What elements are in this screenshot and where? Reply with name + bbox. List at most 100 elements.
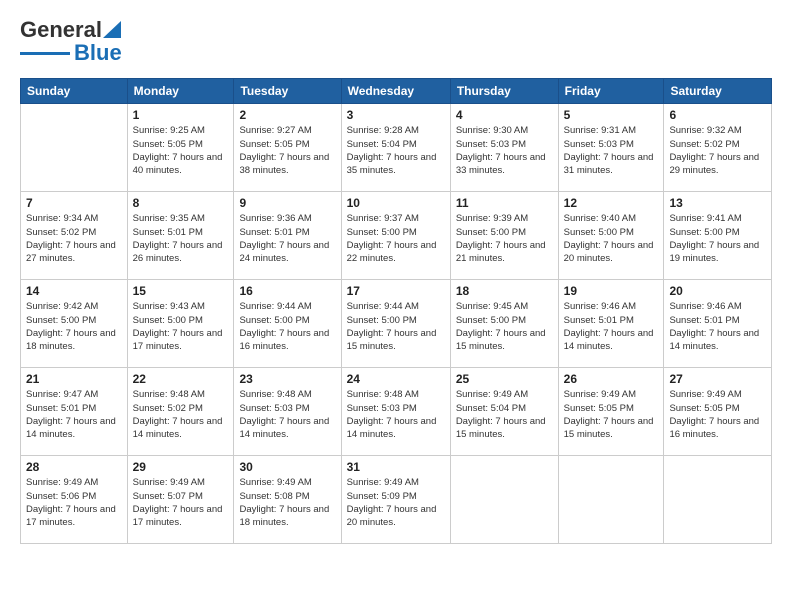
day-number: 3 bbox=[347, 108, 445, 122]
calendar-cell: 11 Sunrise: 9:39 AM Sunset: 5:00 PM Dayli… bbox=[450, 192, 558, 280]
day-detail: Sunrise: 9:46 AM Sunset: 5:01 PM Dayligh… bbox=[669, 300, 766, 353]
week-row-2: 14 Sunrise: 9:42 AM Sunset: 5:00 PM Dayli… bbox=[21, 280, 772, 368]
day-number: 2 bbox=[239, 108, 335, 122]
header: General Blue bbox=[20, 18, 772, 66]
day-detail: Sunrise: 9:42 AM Sunset: 5:00 PM Dayligh… bbox=[26, 300, 122, 353]
calendar-cell: 26 Sunrise: 9:49 AM Sunset: 5:05 PM Dayli… bbox=[558, 368, 664, 456]
day-number: 24 bbox=[347, 372, 445, 386]
calendar-cell: 12 Sunrise: 9:40 AM Sunset: 5:00 PM Dayli… bbox=[558, 192, 664, 280]
day-detail: Sunrise: 9:41 AM Sunset: 5:00 PM Dayligh… bbox=[669, 212, 766, 265]
calendar-cell: 25 Sunrise: 9:49 AM Sunset: 5:04 PM Dayli… bbox=[450, 368, 558, 456]
day-detail: Sunrise: 9:46 AM Sunset: 5:01 PM Dayligh… bbox=[564, 300, 659, 353]
calendar-cell: 27Sunrise: 9:49 AM Sunset: 5:05 PM Dayli… bbox=[664, 368, 772, 456]
day-number: 29 bbox=[133, 460, 229, 474]
calendar-cell: 18 Sunrise: 9:45 AM Sunset: 5:00 PM Dayli… bbox=[450, 280, 558, 368]
day-number: 21 bbox=[26, 372, 122, 386]
day-number: 30 bbox=[239, 460, 335, 474]
calendar-cell: 31Sunrise: 9:49 AM Sunset: 5:09 PM Dayli… bbox=[341, 456, 450, 544]
calendar-cell: 21Sunrise: 9:47 AM Sunset: 5:01 PM Dayli… bbox=[21, 368, 128, 456]
day-number: 25 bbox=[456, 372, 553, 386]
day-detail: Sunrise: 9:36 AM Sunset: 5:01 PM Dayligh… bbox=[239, 212, 335, 265]
calendar-cell: 6 Sunrise: 9:32 AM Sunset: 5:02 PM Daylig… bbox=[664, 104, 772, 192]
day-detail: Sunrise: 9:44 AM Sunset: 5:00 PM Dayligh… bbox=[347, 300, 445, 353]
day-detail: Sunrise: 9:37 AM Sunset: 5:00 PM Dayligh… bbox=[347, 212, 445, 265]
day-number: 12 bbox=[564, 196, 659, 210]
day-number: 13 bbox=[669, 196, 766, 210]
calendar-cell: 10 Sunrise: 9:37 AM Sunset: 5:00 PM Dayli… bbox=[341, 192, 450, 280]
calendar-cell: 8Sunrise: 9:35 AM Sunset: 5:01 PM Daylig… bbox=[127, 192, 234, 280]
calendar-cell: 4 Sunrise: 9:30 AM Sunset: 5:03 PM Daylig… bbox=[450, 104, 558, 192]
day-number: 14 bbox=[26, 284, 122, 298]
calendar-cell: 15 Sunrise: 9:43 AM Sunset: 5:00 PM Dayli… bbox=[127, 280, 234, 368]
logo: General Blue bbox=[20, 18, 122, 66]
week-row-3: 21Sunrise: 9:47 AM Sunset: 5:01 PM Dayli… bbox=[21, 368, 772, 456]
calendar-cell: 17 Sunrise: 9:44 AM Sunset: 5:00 PM Dayli… bbox=[341, 280, 450, 368]
calendar-cell: 28 Sunrise: 9:49 AM Sunset: 5:06 PM Dayli… bbox=[21, 456, 128, 544]
day-number: 11 bbox=[456, 196, 553, 210]
day-number: 28 bbox=[26, 460, 122, 474]
calendar-cell: 1Sunrise: 9:25 AM Sunset: 5:05 PM Daylig… bbox=[127, 104, 234, 192]
day-number: 16 bbox=[239, 284, 335, 298]
day-number: 18 bbox=[456, 284, 553, 298]
calendar-cell: 22 Sunrise: 9:48 AM Sunset: 5:02 PM Dayli… bbox=[127, 368, 234, 456]
day-detail: Sunrise: 9:49 AM Sunset: 5:04 PM Dayligh… bbox=[456, 388, 553, 441]
day-number: 22 bbox=[133, 372, 229, 386]
day-detail: Sunrise: 9:48 AM Sunset: 5:03 PM Dayligh… bbox=[239, 388, 335, 441]
week-row-4: 28 Sunrise: 9:49 AM Sunset: 5:06 PM Dayli… bbox=[21, 456, 772, 544]
day-number: 17 bbox=[347, 284, 445, 298]
day-detail: Sunrise: 9:40 AM Sunset: 5:00 PM Dayligh… bbox=[564, 212, 659, 265]
day-detail: Sunrise: 9:32 AM Sunset: 5:02 PM Dayligh… bbox=[669, 124, 766, 177]
day-detail: Sunrise: 9:30 AM Sunset: 5:03 PM Dayligh… bbox=[456, 124, 553, 177]
col-header-tuesday: Tuesday bbox=[234, 79, 341, 104]
calendar-cell bbox=[21, 104, 128, 192]
calendar-header-row: SundayMondayTuesdayWednesdayThursdayFrid… bbox=[21, 79, 772, 104]
day-detail: Sunrise: 9:25 AM Sunset: 5:05 PM Dayligh… bbox=[133, 124, 229, 177]
week-row-0: 1Sunrise: 9:25 AM Sunset: 5:05 PM Daylig… bbox=[21, 104, 772, 192]
calendar-cell: 20Sunrise: 9:46 AM Sunset: 5:01 PM Dayli… bbox=[664, 280, 772, 368]
col-header-friday: Friday bbox=[558, 79, 664, 104]
day-detail: Sunrise: 9:49 AM Sunset: 5:05 PM Dayligh… bbox=[564, 388, 659, 441]
day-detail: Sunrise: 9:48 AM Sunset: 5:03 PM Dayligh… bbox=[347, 388, 445, 441]
day-number: 19 bbox=[564, 284, 659, 298]
logo-general-text: General bbox=[20, 19, 102, 41]
calendar-cell: 16 Sunrise: 9:44 AM Sunset: 5:00 PM Dayli… bbox=[234, 280, 341, 368]
calendar-cell: 24 Sunrise: 9:48 AM Sunset: 5:03 PM Dayli… bbox=[341, 368, 450, 456]
day-detail: Sunrise: 9:48 AM Sunset: 5:02 PM Dayligh… bbox=[133, 388, 229, 441]
calendar-table: SundayMondayTuesdayWednesdayThursdayFrid… bbox=[20, 78, 772, 544]
day-detail: Sunrise: 9:49 AM Sunset: 5:09 PM Dayligh… bbox=[347, 476, 445, 529]
col-header-wednesday: Wednesday bbox=[341, 79, 450, 104]
col-header-monday: Monday bbox=[127, 79, 234, 104]
day-detail: Sunrise: 9:45 AM Sunset: 5:00 PM Dayligh… bbox=[456, 300, 553, 353]
day-detail: Sunrise: 9:43 AM Sunset: 5:00 PM Dayligh… bbox=[133, 300, 229, 353]
calendar-cell bbox=[558, 456, 664, 544]
calendar-cell bbox=[664, 456, 772, 544]
day-detail: Sunrise: 9:44 AM Sunset: 5:00 PM Dayligh… bbox=[239, 300, 335, 353]
day-number: 6 bbox=[669, 108, 766, 122]
day-detail: Sunrise: 9:39 AM Sunset: 5:00 PM Dayligh… bbox=[456, 212, 553, 265]
calendar-cell: 3Sunrise: 9:28 AM Sunset: 5:04 PM Daylig… bbox=[341, 104, 450, 192]
logo-triangle-icon bbox=[103, 18, 121, 38]
page: General Blue SundayMondayTuesdayWednesda… bbox=[0, 0, 792, 612]
day-detail: Sunrise: 9:49 AM Sunset: 5:06 PM Dayligh… bbox=[26, 476, 122, 529]
day-number: 7 bbox=[26, 196, 122, 210]
day-detail: Sunrise: 9:49 AM Sunset: 5:07 PM Dayligh… bbox=[133, 476, 229, 529]
day-detail: Sunrise: 9:34 AM Sunset: 5:02 PM Dayligh… bbox=[26, 212, 122, 265]
calendar-cell: 2Sunrise: 9:27 AM Sunset: 5:05 PM Daylig… bbox=[234, 104, 341, 192]
day-number: 5 bbox=[564, 108, 659, 122]
day-number: 23 bbox=[239, 372, 335, 386]
calendar-cell: 30Sunrise: 9:49 AM Sunset: 5:08 PM Dayli… bbox=[234, 456, 341, 544]
logo-underline bbox=[20, 52, 70, 55]
calendar-cell: 5 Sunrise: 9:31 AM Sunset: 5:03 PM Daylig… bbox=[558, 104, 664, 192]
day-detail: Sunrise: 9:49 AM Sunset: 5:05 PM Dayligh… bbox=[669, 388, 766, 441]
day-number: 10 bbox=[347, 196, 445, 210]
day-detail: Sunrise: 9:31 AM Sunset: 5:03 PM Dayligh… bbox=[564, 124, 659, 177]
calendar-cell: 13 Sunrise: 9:41 AM Sunset: 5:00 PM Dayli… bbox=[664, 192, 772, 280]
day-number: 4 bbox=[456, 108, 553, 122]
calendar-cell: 29 Sunrise: 9:49 AM Sunset: 5:07 PM Dayli… bbox=[127, 456, 234, 544]
day-number: 15 bbox=[133, 284, 229, 298]
day-number: 26 bbox=[564, 372, 659, 386]
week-row-1: 7 Sunrise: 9:34 AM Sunset: 5:02 PM Daylig… bbox=[21, 192, 772, 280]
calendar-cell: 14 Sunrise: 9:42 AM Sunset: 5:00 PM Dayli… bbox=[21, 280, 128, 368]
calendar-cell: 19 Sunrise: 9:46 AM Sunset: 5:01 PM Dayli… bbox=[558, 280, 664, 368]
calendar-cell bbox=[450, 456, 558, 544]
